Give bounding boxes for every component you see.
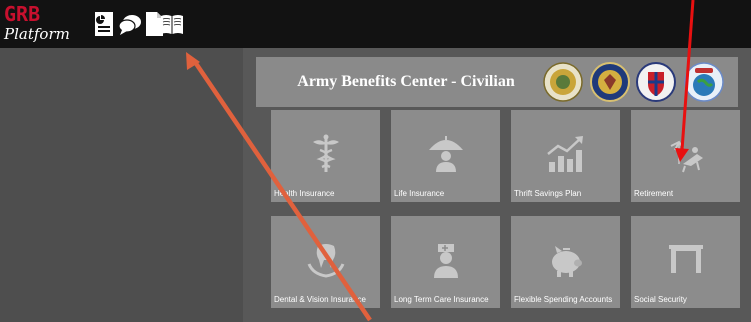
growth-chart-icon <box>547 136 583 172</box>
report-icon[interactable] <box>92 11 116 37</box>
tile-long-term-care-insurance[interactable]: Long Term Care Insurance <box>391 216 500 308</box>
army-seal-icon <box>543 62 583 102</box>
benefits-banner: Army Benefits Center - Civilian <box>256 57 738 107</box>
beach-chair-icon <box>670 140 703 173</box>
chat-icon[interactable] <box>118 11 142 37</box>
tile-social-security[interactable]: Social Security <box>631 216 740 308</box>
tile-label: Dental & Vision Insurance <box>274 295 366 304</box>
top-bar: GRB Platform <box>0 0 751 48</box>
national-guard-seal-icon <box>590 62 630 102</box>
tile-thrift-savings-plan[interactable]: Thrift Savings Plan <box>511 110 620 202</box>
tooth-hand-icon <box>307 244 345 278</box>
book-icon[interactable] <box>160 11 184 37</box>
logo-platform-text: Platform <box>4 25 70 43</box>
defense-health-seal-icon <box>636 62 676 102</box>
caduceus-icon <box>313 134 339 172</box>
dodea-seal-icon <box>684 62 724 102</box>
tile-retirement[interactable]: Retirement <box>631 110 740 202</box>
frame-icon <box>669 245 703 273</box>
sidebar-panel <box>0 48 243 322</box>
tile-label: Retirement <box>634 189 674 198</box>
umbrella-person-icon <box>429 136 463 172</box>
tile-label: Social Security <box>634 295 687 304</box>
tile-label: Long Term Care Insurance <box>394 295 489 304</box>
tile-label: Flexible Spending Accounts <box>514 295 613 304</box>
tile-health-insurance[interactable]: Health Insurance <box>271 110 380 202</box>
tile-label: Thrift Savings Plan <box>514 189 582 198</box>
tile-label: Health Insurance <box>274 189 335 198</box>
logo-grb-text: GRB <box>4 2 41 26</box>
tile-life-insurance[interactable]: Life Insurance <box>391 110 500 202</box>
grb-platform-logo[interactable]: GRB Platform <box>4 4 86 44</box>
tile-label: Life Insurance <box>394 189 445 198</box>
piggy-bank-icon <box>552 246 582 277</box>
nurse-icon <box>434 244 458 278</box>
tile-dental-vision-insurance[interactable]: Dental & Vision Insurance <box>271 216 380 308</box>
banner-title: Army Benefits Center - Civilian <box>297 73 515 90</box>
tile-flexible-spending-accounts[interactable]: Flexible Spending Accounts <box>511 216 620 308</box>
